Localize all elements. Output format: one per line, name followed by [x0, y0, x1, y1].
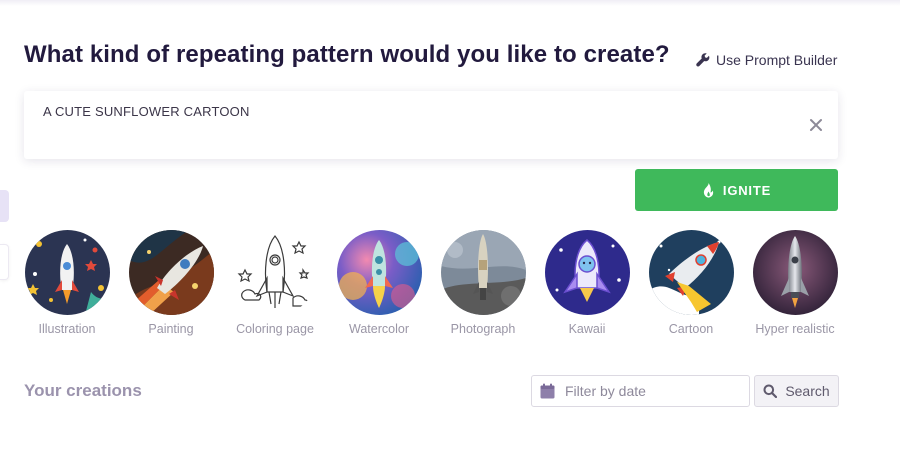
style-option-kawaii[interactable]: Kawaii: [535, 230, 639, 336]
style-label: Coloring page: [236, 322, 314, 336]
style-label: Painting: [148, 322, 194, 336]
painting-thumbnail: [128, 230, 214, 315]
calendar-icon: [540, 383, 555, 399]
style-label: Cartoon: [668, 322, 714, 336]
illustration-thumbnail: [24, 230, 110, 315]
style-option-painting[interactable]: Painting: [119, 230, 223, 336]
top-bar-edge: [0, 0, 900, 6]
filter-by-date-field[interactable]: [531, 375, 750, 407]
filter-by-date-input[interactable]: [565, 383, 735, 399]
wrench-icon: [696, 53, 710, 67]
use-prompt-builder-link[interactable]: Use Prompt Builder: [696, 52, 837, 68]
style-label: Photograph: [450, 322, 516, 336]
prompt-text[interactable]: A CUTE SUNFLOWER CARTOON: [43, 104, 250, 119]
kawaii-thumbnail: [544, 230, 630, 315]
style-option-illustration[interactable]: Illustration: [15, 230, 119, 336]
cartoon-thumbnail: [648, 230, 734, 315]
style-label: Illustration: [38, 322, 96, 336]
hyper-realistic-thumbnail: [752, 230, 838, 315]
flame-icon: [703, 182, 714, 198]
style-label: Kawaii: [568, 322, 606, 336]
side-tab[interactable]: [0, 190, 9, 222]
side-tab[interactable]: [0, 244, 9, 280]
prompt-input-box[interactable]: A CUTE SUNFLOWER CARTOON: [24, 91, 838, 159]
close-icon[interactable]: [808, 117, 824, 133]
style-option-watercolor[interactable]: Watercolor: [327, 230, 431, 336]
search-icon: [763, 384, 778, 398]
style-option-photograph[interactable]: Photograph: [431, 230, 535, 336]
watercolor-thumbnail: [336, 230, 422, 315]
your-creations-heading: Your creations: [24, 381, 142, 400]
prompt-builder-label: Use Prompt Builder: [716, 52, 838, 68]
style-option-coloring-page[interactable]: Coloring page: [223, 230, 327, 336]
style-option-hyper-realistic[interactable]: Hyper realistic: [743, 230, 847, 336]
page-title: What kind of repeating pattern would you…: [24, 41, 670, 68]
coloring-page-thumbnail: [232, 230, 318, 315]
search-button[interactable]: Search: [754, 375, 839, 407]
search-label: Search: [785, 383, 830, 399]
ignite-label: IGNITE: [722, 182, 772, 198]
style-label: Hyper realistic: [755, 322, 835, 336]
photograph-thumbnail: [440, 230, 526, 315]
style-label: Watercolor: [349, 322, 409, 336]
ignite-button[interactable]: IGNITE: [635, 169, 838, 211]
style-option-cartoon[interactable]: Cartoon: [639, 230, 743, 336]
